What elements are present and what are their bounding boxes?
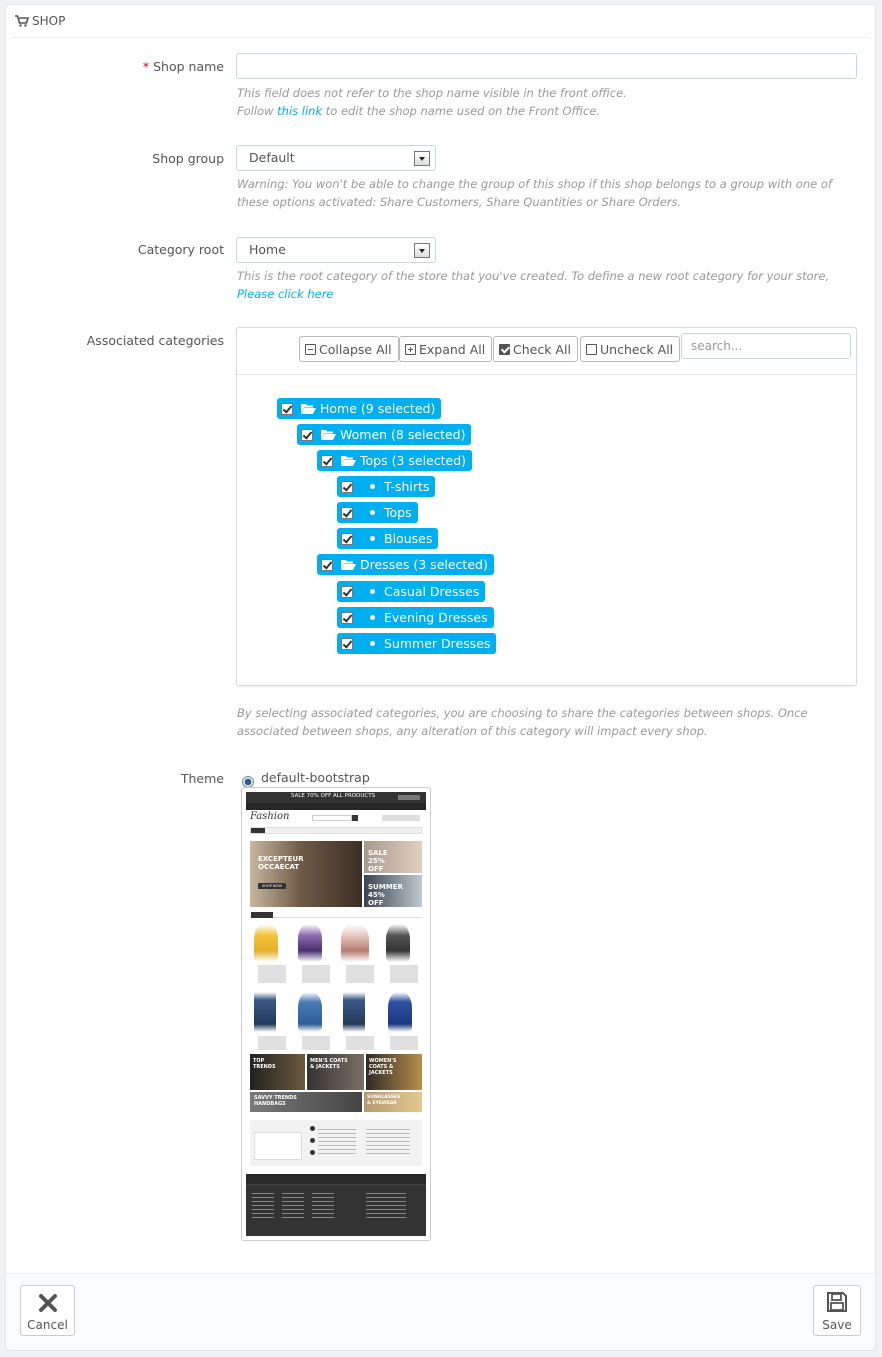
preview-banner: SALE 70% OFF ALL PRODUCTS: [246, 792, 426, 803]
panel-title: SHOP: [32, 14, 66, 28]
tree-node-home[interactable]: Home (9 selected): [277, 398, 442, 419]
chevron-down-icon: [414, 151, 430, 166]
node-checkbox[interactable]: [341, 506, 353, 519]
node-checkbox[interactable]: [321, 454, 333, 467]
new-root-category-link[interactable]: Please click here: [237, 287, 334, 301]
node-checkbox[interactable]: [321, 558, 333, 571]
panel-heading: SHOP: [12, 5, 869, 38]
associated-categories-help: By selecting associated categories, you …: [237, 706, 808, 738]
node-checkbox[interactable]: [341, 585, 353, 598]
category-root-help: This is the root category of the store t…: [237, 269, 830, 301]
node-checkbox[interactable]: [341, 637, 353, 650]
uncheck-all-button[interactable]: Uncheck All: [580, 336, 681, 362]
folder-open-icon: [341, 456, 356, 466]
save-button[interactable]: Save: [813, 1285, 861, 1336]
folder-open-icon: [301, 404, 316, 414]
shop-group-help: Warning: You won't be able to change the…: [237, 177, 832, 209]
chevron-down-icon: [414, 243, 430, 258]
expand-all-button[interactable]: Expand All: [399, 336, 493, 362]
shop-name-label: * Shop name: [142, 59, 224, 74]
folder-open-icon: [321, 430, 336, 440]
shop-panel: SHOP * Shop name This field does not refe…: [5, 4, 876, 1350]
collapse-icon: [305, 343, 316, 355]
tree-node-blouses[interactable]: Blouses: [337, 528, 439, 549]
preview-hero: EXCEPTEUR OCCAECAT SHOP NOW: [250, 841, 362, 907]
bullet-icon: [370, 510, 375, 515]
bullet-icon: [370, 589, 375, 594]
expand-icon: [405, 343, 416, 355]
tree-node-tops[interactable]: Tops: [337, 502, 418, 523]
theme-label: Theme: [180, 771, 224, 786]
empty-box-icon: [586, 343, 597, 355]
tree-toolbar: Collapse All Expand All Check All Unchec…: [237, 328, 856, 375]
shop-group-select[interactable]: Default: [236, 145, 436, 171]
bullet-icon: [370, 641, 375, 646]
category-tree: Collapse All Expand All Check All Unchec…: [236, 327, 857, 686]
tree-search-input[interactable]: search...: [681, 333, 851, 359]
bullet-icon: [370, 536, 375, 541]
collapse-all-button[interactable]: Collapse All: [299, 336, 399, 362]
shop-name-help: This field does not refer to the shop na…: [237, 86, 627, 118]
shop-group-selected: Default: [249, 150, 295, 165]
preview-logo: Fashion: [250, 811, 290, 822]
category-root-label: Category root: [137, 242, 224, 257]
shop-group-label: Shop group: [152, 151, 224, 166]
bullet-icon: [370, 615, 375, 620]
folder-open-icon: [341, 560, 356, 570]
tree-node-women[interactable]: Women (8 selected): [297, 424, 472, 445]
node-checkbox[interactable]: [341, 480, 353, 493]
close-icon: [38, 1294, 57, 1312]
tree-node-evening-dresses[interactable]: Evening Dresses: [337, 607, 494, 628]
theme-preview-thumbnail[interactable]: SALE 70% OFF ALL PRODUCTS Fashion EXCEPT…: [241, 787, 431, 1241]
theme-option-label[interactable]: default-bootstrap: [261, 770, 370, 785]
preview-promo-2: SUMMER 45% OFF: [364, 875, 422, 907]
category-root-select[interactable]: Home: [236, 237, 436, 263]
edit-shop-name-link[interactable]: this link: [277, 104, 322, 118]
required-mark: *: [142, 59, 150, 74]
category-root-selected: Home: [249, 242, 286, 257]
shop-name-input[interactable]: [236, 53, 857, 79]
check-all-button[interactable]: Check All: [493, 336, 578, 362]
cart-icon: [15, 15, 29, 27]
node-checkbox[interactable]: [281, 402, 293, 415]
preview-promo-1: SALE 25% OFF: [364, 841, 422, 873]
node-checkbox[interactable]: [341, 611, 353, 624]
node-checkbox[interactable]: [341, 532, 353, 545]
theme-preview-image: SALE 70% OFF ALL PRODUCTS Fashion EXCEPT…: [246, 792, 426, 1236]
bullet-icon: [370, 484, 375, 489]
checked-box-icon: [499, 343, 510, 355]
associated-categories-label: Associated categories: [86, 333, 224, 348]
floppy-disk-icon: [827, 1292, 847, 1312]
cancel-button[interactable]: Cancel: [20, 1285, 75, 1336]
panel-footer: Cancel Save: [6, 1273, 875, 1350]
node-checkbox[interactable]: [301, 428, 313, 441]
tree-node-summer-dresses[interactable]: Summer Dresses: [337, 633, 497, 654]
tree-node-tops-folder[interactable]: Tops (3 selected): [317, 450, 473, 471]
tree-node-casual-dresses[interactable]: Casual Dresses: [337, 581, 486, 602]
tree-node-dresses[interactable]: Dresses (3 selected): [317, 554, 494, 575]
tree-node-tshirts[interactable]: T-shirts: [337, 476, 436, 497]
